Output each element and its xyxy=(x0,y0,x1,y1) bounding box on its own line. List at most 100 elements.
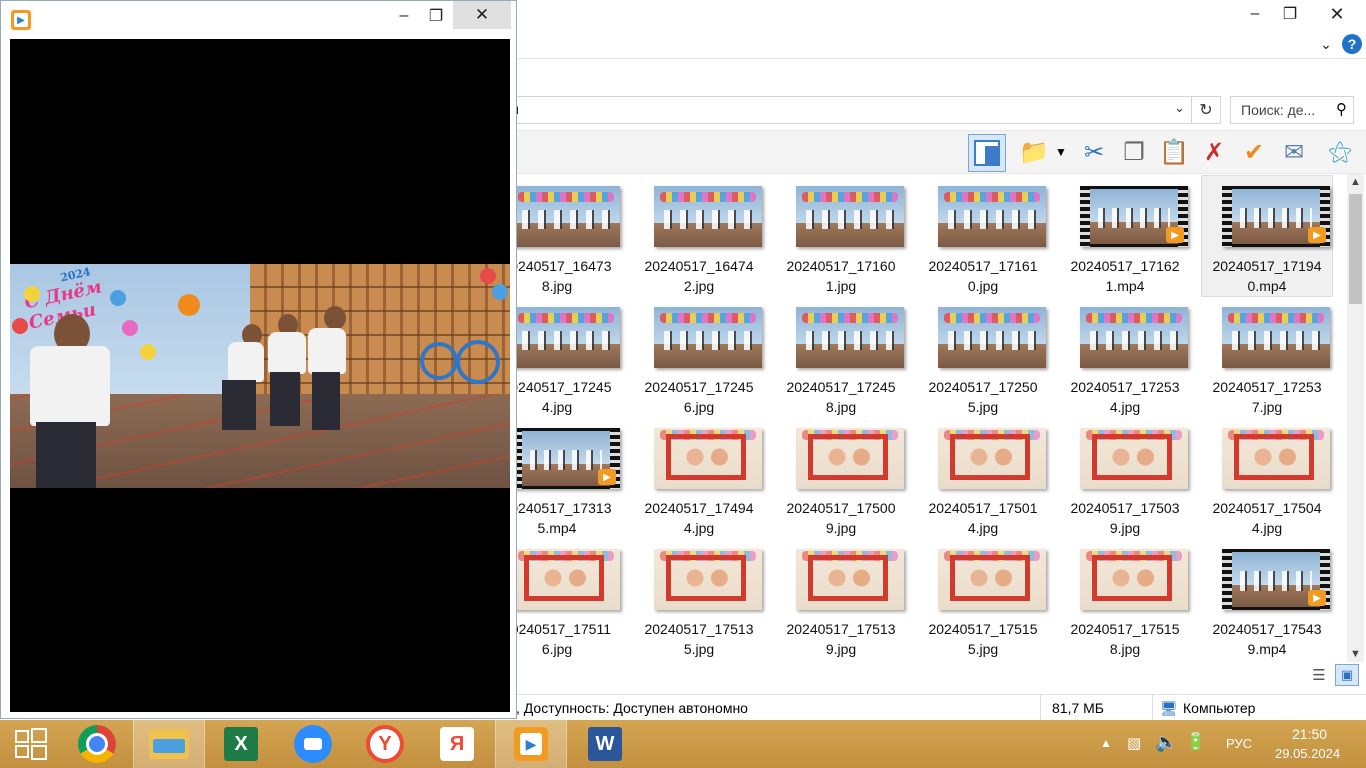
file-name-line1: 20240517_17162 xyxy=(1070,258,1180,274)
file-name-line2: 9.jpg xyxy=(825,520,857,536)
person xyxy=(302,306,352,436)
file-name-line1: 20240517_17245 xyxy=(510,379,612,395)
language-indicator[interactable]: РУС xyxy=(1226,736,1252,751)
refresh-button[interactable]: ↻ xyxy=(1192,96,1221,124)
file-tile[interactable]: 20240517_17494 4.jpg xyxy=(634,418,764,538)
file-name-line1: 20240517_17543 xyxy=(1212,621,1322,637)
clock-time[interactable]: 21:50 xyxy=(1292,726,1327,742)
file-tile[interactable]: 20240517_17513 9.jpg xyxy=(776,539,906,659)
taskbar-chrome[interactable] xyxy=(62,720,132,768)
preview-pane-button[interactable] xyxy=(968,134,1006,172)
chevron-down-icon[interactable]: ▼ xyxy=(1052,134,1070,170)
select-button[interactable]: ✔ xyxy=(1236,134,1272,170)
vertical-scrollbar[interactable]: ▲ ▼ xyxy=(1347,174,1364,662)
search-input[interactable]: Поиск: де... ⚲ xyxy=(1230,96,1354,124)
file-name-line2: 4.jpg xyxy=(541,399,573,415)
help-icon[interactable]: ? xyxy=(1342,34,1362,54)
maximize-button[interactable]: ❐ xyxy=(1275,0,1305,28)
shell-icon: ⚝ xyxy=(1328,138,1352,165)
chevron-down-icon[interactable]: ⌄ xyxy=(1316,32,1336,56)
details-view-icon[interactable]: ☰ xyxy=(1309,666,1329,684)
file-tile[interactable]: ▶ 20240517_17194 0.mp4 xyxy=(1201,175,1333,297)
minimize-button[interactable]: – xyxy=(389,1,419,31)
file-name-line1: 20240517_17253 xyxy=(1070,379,1180,395)
photo-thumbnail xyxy=(1080,549,1188,610)
file-tile[interactable]: 20240517_17245 4.jpg xyxy=(510,297,622,417)
address-bar[interactable]: и ⌄ xyxy=(500,96,1192,124)
hoop xyxy=(456,340,500,384)
photo-thumbnail xyxy=(1080,428,1188,489)
person-legs xyxy=(222,380,256,430)
video-thumbnail: ▶ xyxy=(1080,186,1188,247)
scroll-thumb[interactable] xyxy=(1349,194,1362,304)
file-name-line1: 20240517_17515 xyxy=(1070,621,1180,637)
file-tile[interactable]: 20240517_17511 6.jpg xyxy=(510,539,622,659)
file-name-line2: 5.mp4 xyxy=(537,520,577,536)
file-tile[interactable]: 20240517_17500 9.jpg xyxy=(776,418,906,538)
scroll-up-icon[interactable]: ▲ xyxy=(1350,176,1361,188)
file-tile[interactable]: 20240517_17245 8.jpg xyxy=(776,297,906,417)
close-button[interactable]: ✕ xyxy=(1314,0,1360,28)
photo-thumbnail xyxy=(512,549,620,610)
taskbar-excel[interactable]: X xyxy=(206,720,276,768)
start-button[interactable] xyxy=(0,720,62,768)
taskbar-media-player[interactable]: ▶ xyxy=(495,719,567,768)
video-display[interactable]: 2024 С Днём Семьи xyxy=(10,39,510,712)
power-icon[interactable]: 🔋 xyxy=(1185,732,1206,752)
file-tile[interactable]: ▶ 20240517_17543 9.mp4 xyxy=(1202,539,1332,659)
file-tile[interactable]: 20240517_17253 4.jpg xyxy=(1060,297,1190,417)
file-name-line1: 20240517_17194 xyxy=(1212,258,1322,274)
file-name-line2: 4.jpg xyxy=(967,520,999,536)
paste-button[interactable]: 📋 xyxy=(1156,134,1192,170)
status-size: 81,7 МБ xyxy=(1052,700,1104,716)
clock-date[interactable]: 29.05.2024 xyxy=(1275,746,1340,761)
properties-button[interactable]: ✉ xyxy=(1276,134,1312,170)
file-tile[interactable]: 20240517_17513 5.jpg xyxy=(634,539,764,659)
photo-thumbnail xyxy=(796,307,904,368)
file-tile[interactable]: 20240517_16473 8.jpg xyxy=(510,176,622,296)
file-tile[interactable]: ▶ 20240517_17313 5.mp4 xyxy=(510,418,622,538)
file-tile[interactable]: 20240517_17501 4.jpg xyxy=(918,418,1048,538)
taskbar-zoom[interactable] xyxy=(278,720,348,768)
file-name: 20240517_17501 4.jpg xyxy=(918,498,1048,538)
cut-button[interactable]: ✂ xyxy=(1076,134,1112,170)
network-icon[interactable]: ▧ xyxy=(1127,734,1141,752)
chevron-down-icon[interactable]: ⌄ xyxy=(1174,100,1185,116)
copy-button[interactable]: ❐ xyxy=(1116,134,1152,170)
folder-icon: 📁 xyxy=(1019,138,1049,166)
file-tile[interactable]: 20240517_17515 5.jpg xyxy=(918,539,1048,659)
shell-button[interactable]: ⚝ xyxy=(1322,134,1358,170)
play-icon: ▶ xyxy=(1308,590,1326,606)
maximize-button[interactable]: ❐ xyxy=(421,1,451,31)
file-tile[interactable]: 20240517_17250 5.jpg xyxy=(918,297,1048,417)
file-tile[interactable]: 20240517_17504 4.jpg xyxy=(1202,418,1332,538)
file-tile[interactable]: 20240517_17253 7.jpg xyxy=(1202,297,1332,417)
file-tile[interactable]: 20240517_17245 6.jpg xyxy=(634,297,764,417)
taskbar-file-explorer[interactable] xyxy=(133,719,205,768)
taskbar-word[interactable]: W xyxy=(570,720,640,768)
file-tile[interactable]: 20240517_16474 2.jpg xyxy=(634,176,764,296)
excel-icon: X xyxy=(224,727,258,761)
delete-button[interactable]: ✗ xyxy=(1196,134,1232,170)
file-tile[interactable]: 20240517_17160 1.jpg xyxy=(776,176,906,296)
person-body xyxy=(308,328,346,374)
file-name-line1: 20240517_17515 xyxy=(928,621,1038,637)
minimize-button[interactable]: – xyxy=(1240,0,1270,28)
player-titlebar: ▶ – ❐ ✕ xyxy=(1,1,516,35)
video-thumbnail: ▶ xyxy=(1222,549,1330,610)
large-icons-view-icon[interactable]: ▣ xyxy=(1335,664,1359,686)
taskbar-yandex-browser[interactable]: Y xyxy=(350,720,420,768)
photo-thumbnail xyxy=(938,428,1046,489)
file-name: 20240517_17250 5.jpg xyxy=(918,377,1048,417)
close-button[interactable]: ✕ xyxy=(453,1,511,29)
file-tile[interactable]: 20240517_17161 0.jpg xyxy=(918,176,1048,296)
scroll-down-icon[interactable]: ▼ xyxy=(1350,648,1361,660)
taskbar-yandex[interactable]: Я xyxy=(422,720,492,768)
file-name-line2: 0.jpg xyxy=(967,278,999,294)
file-tile[interactable]: 20240517_17503 9.jpg xyxy=(1060,418,1190,538)
folder-options-button[interactable]: 📁 xyxy=(1016,134,1052,170)
volume-icon[interactable]: 🔈 xyxy=(1155,732,1177,753)
tray-overflow-icon[interactable]: ▲ xyxy=(1100,736,1112,750)
file-tile[interactable]: 20240517_17515 8.jpg xyxy=(1060,539,1190,659)
file-tile[interactable]: ▶ 20240517_17162 1.mp4 xyxy=(1060,176,1190,296)
